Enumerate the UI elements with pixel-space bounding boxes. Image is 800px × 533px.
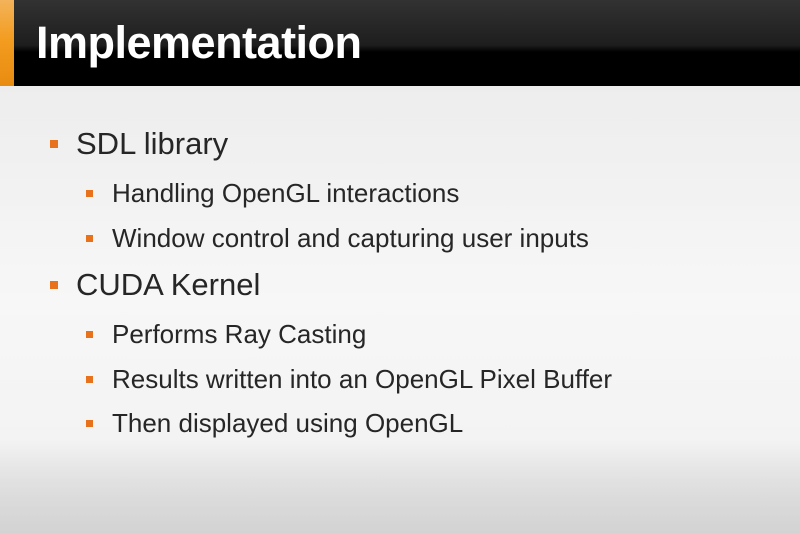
bullet-square-icon [86,190,93,197]
sub-bullet-item: Performs Ray Casting [86,317,367,351]
bottom-gradient [0,443,800,533]
bullet-text: CUDA Kernel [76,267,261,302]
bullet-text: SDL library [76,126,229,161]
bullet-item: SDL library [50,124,229,164]
sub-bullet-text: Handling OpenGL interactions [112,178,460,208]
sub-bullet-text: Results written into an OpenGL Pixel Buf… [112,364,613,394]
sub-bullet-item: Then displayed using OpenGL [86,406,464,440]
sub-bullet-item: Results written into an OpenGL Pixel Buf… [86,362,613,396]
sub-bullet-text: Then displayed using OpenGL [112,408,464,438]
slide-title: Implementation [36,17,362,68]
bullet-square-icon [50,140,58,148]
sub-bullet-item: Handling OpenGL interactions [86,176,460,210]
sub-bullet-text: Window control and capturing user inputs [112,223,589,253]
title-accent-strip [0,0,14,86]
bullet-square-icon [86,235,93,242]
sub-bullet-item: Window control and capturing user inputs [86,221,589,255]
bullet-square-icon [86,376,93,383]
bullet-item: CUDA Kernel [50,265,261,305]
bullet-square-icon [86,331,93,338]
bullet-square-icon [86,420,93,427]
slide: Implementation SDL library Handling Open… [0,0,800,533]
bullet-square-icon [50,281,58,289]
sub-bullet-text: Performs Ray Casting [112,319,367,349]
